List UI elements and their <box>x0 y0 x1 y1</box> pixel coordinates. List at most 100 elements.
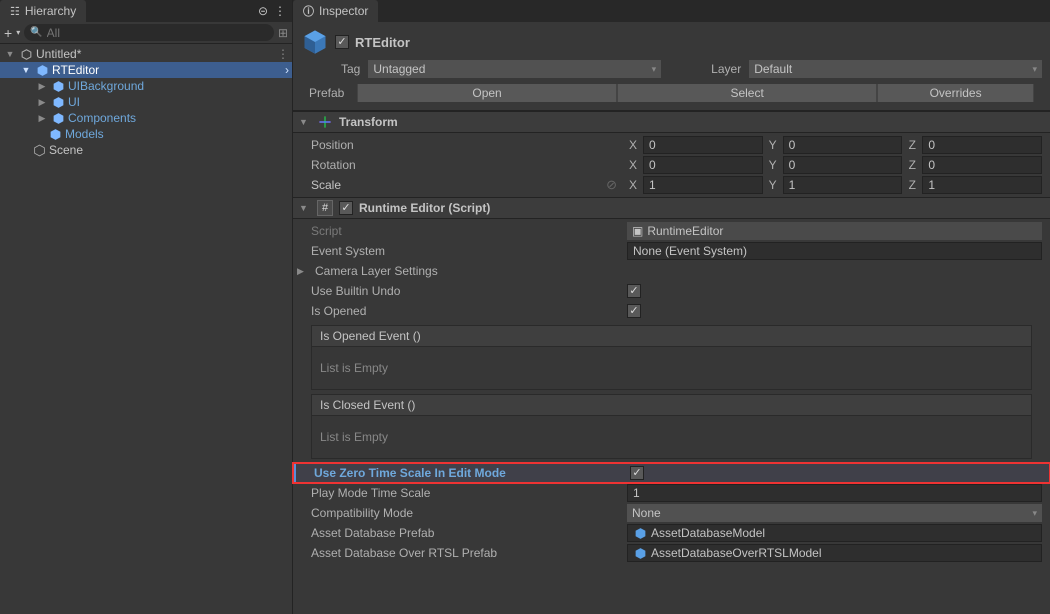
scale-z-input[interactable]: 1 <box>922 176 1042 194</box>
layer-label: Layer <box>711 62 741 76</box>
info-icon: ⓘ <box>303 3 314 19</box>
link-icon[interactable]: ⊘ <box>606 177 617 193</box>
scale-label: Scale ⊘ <box>311 177 621 193</box>
runtime-editor-component: ▼ # ✓ Runtime Editor (Script) Script ▣ R… <box>293 197 1050 565</box>
chevron-right-icon[interactable]: ▶ <box>36 81 48 92</box>
filter-icon[interactable]: ⊞ <box>278 26 288 40</box>
hierarchy-search[interactable]: 🔍 <box>24 24 274 41</box>
play-mode-time-input[interactable]: 1 <box>627 484 1042 502</box>
chevron-down-icon[interactable]: ▼ <box>299 203 311 213</box>
hierarchy-search-input[interactable] <box>47 26 268 40</box>
position-y-input[interactable]: 0 <box>783 136 903 154</box>
use-zero-time-label: Use Zero Time Scale In Edit Mode <box>314 466 624 480</box>
tree-row-uibackground[interactable]: ▶ UIBackground <box>0 78 292 94</box>
chevron-right-icon[interactable]: › <box>285 63 292 77</box>
prefab-open-button[interactable]: Open <box>357 84 617 102</box>
object-name-input[interactable] <box>355 35 1036 50</box>
prefab-select-button[interactable]: Select <box>617 84 877 102</box>
camera-layer-row[interactable]: ▶ Camera Layer Settings <box>293 261 1050 281</box>
tag-label: Tag <box>341 62 360 76</box>
tree-row-components[interactable]: ▶ Components <box>0 110 292 126</box>
prefab-icon <box>48 127 62 141</box>
chevron-right-icon[interactable]: ▶ <box>36 113 48 124</box>
prefab-icon[interactable] <box>301 28 329 56</box>
tree-row-scene[interactable]: Scene <box>0 142 292 158</box>
inspector-panel: ⓘ Inspector ✓ Tag Untagged ▾ Layer Defau… <box>293 0 1050 614</box>
use-zero-time-checkbox[interactable]: ✓ <box>630 466 644 480</box>
tag-dropdown[interactable]: Untagged ▾ <box>368 60 661 78</box>
compat-mode-dropdown[interactable]: None ▾ <box>627 504 1042 522</box>
use-builtin-undo-row: Use Builtin Undo ✓ <box>293 281 1050 301</box>
scale-x-input[interactable]: 1 <box>643 176 763 194</box>
component-header[interactable]: ▼ Transform <box>293 111 1050 133</box>
kebab-icon[interactable]: ⋮ <box>274 4 286 18</box>
is-closed-event-box: Is Closed Event () List is Empty <box>311 394 1032 459</box>
is-opened-checkbox[interactable]: ✓ <box>627 304 641 318</box>
inspector-header: ✓ Tag Untagged ▾ Layer Default ▾ Prefab … <box>293 22 1050 111</box>
rotation-row: Rotation X0 Y0 Z0 <box>293 155 1050 175</box>
component-header[interactable]: ▼ # ✓ Runtime Editor (Script) <box>293 197 1050 219</box>
tree-row-rteditor[interactable]: ▼ RTEditor › <box>0 62 292 78</box>
transform-component: ▼ Transform Position X0 Y0 Z0 Rotation X… <box>293 111 1050 197</box>
event-system-label: Event System <box>311 244 621 258</box>
compat-mode-row: Compatibility Mode None ▾ <box>293 503 1050 523</box>
hierarchy-tab-label: Hierarchy <box>25 4 76 18</box>
is-opened-row: Is Opened ✓ <box>293 301 1050 321</box>
rotation-x-input[interactable]: 0 <box>643 156 763 174</box>
hierarchy-tab[interactable]: ☷ Hierarchy <box>0 0 86 22</box>
layer-dropdown[interactable]: Default ▾ <box>749 60 1042 78</box>
tree-label: Models <box>65 127 104 141</box>
lock-icon[interactable]: ⊝ <box>258 4 268 18</box>
chevron-right-icon[interactable]: ▶ <box>36 97 48 108</box>
component-enabled-checkbox[interactable]: ✓ <box>339 201 353 215</box>
camera-layer-label: Camera Layer Settings <box>315 264 438 278</box>
prefab-icon <box>51 79 65 93</box>
tree-row-ui[interactable]: ▶ UI <box>0 94 292 110</box>
rotation-y-input[interactable]: 0 <box>783 156 903 174</box>
prefab-overrides-button[interactable]: Overrides <box>877 84 1034 102</box>
play-mode-time-row: Play Mode Time Scale 1 <box>293 483 1050 503</box>
inspector-tab[interactable]: ⓘ Inspector <box>293 0 378 22</box>
z-label: Z <box>906 138 918 152</box>
component-title: Transform <box>339 115 398 129</box>
tree-label: UIBackground <box>68 79 144 93</box>
chevron-right-icon[interactable]: ▶ <box>297 266 309 277</box>
script-row: Script ▣ RuntimeEditor <box>293 221 1050 241</box>
event-header: Is Opened Event () <box>312 326 1031 347</box>
asset-db-rtsl-field[interactable]: AssetDatabaseOverRTSLModel <box>627 544 1042 562</box>
chevron-down-icon[interactable]: ▼ <box>299 117 311 127</box>
hierarchy-toolbar: + ▾ 🔍 ⊞ <box>0 22 292 44</box>
enabled-checkbox[interactable]: ✓ <box>335 35 349 49</box>
prefab-icon <box>35 63 49 77</box>
rotation-z-input[interactable]: 0 <box>922 156 1042 174</box>
event-empty-text: List is Empty <box>312 416 1031 458</box>
x-label: X <box>627 138 639 152</box>
position-row: Position X0 Y0 Z0 <box>293 135 1050 155</box>
kebab-icon[interactable]: ⋮ <box>277 47 292 61</box>
chevron-down-icon: ▾ <box>1032 64 1037 75</box>
y-label: Y <box>767 138 779 152</box>
position-z-input[interactable]: 0 <box>922 136 1042 154</box>
script-icon: # <box>317 200 333 216</box>
script-label: Script <box>311 224 621 238</box>
asset-db-prefab-field[interactable]: AssetDatabaseModel <box>627 524 1042 542</box>
inspector-tab-bar: ⓘ Inspector <box>293 0 1050 22</box>
chevron-down-icon[interactable]: ▼ <box>20 65 32 75</box>
chevron-down-icon: ▾ <box>1032 508 1037 519</box>
inspector-tab-label: Inspector <box>319 4 368 18</box>
use-builtin-undo-label: Use Builtin Undo <box>311 284 621 298</box>
event-system-field[interactable]: None (Event System) <box>627 242 1042 260</box>
tree-label: RTEditor <box>52 63 99 77</box>
event-empty-text: List is Empty <box>312 347 1031 389</box>
scale-y-input[interactable]: 1 <box>783 176 903 194</box>
script-file-icon: ▣ <box>632 224 643 238</box>
position-x-input[interactable]: 0 <box>643 136 763 154</box>
event-header: Is Closed Event () <box>312 395 1031 416</box>
add-icon[interactable]: + <box>4 25 12 41</box>
tree-row-models[interactable]: Models <box>0 126 292 142</box>
prefab-icon <box>51 111 65 125</box>
chevron-down-icon[interactable]: ▼ <box>4 49 16 59</box>
dropdown-icon[interactable]: ▾ <box>16 28 20 37</box>
tree-row-scene-root[interactable]: ▼ Untitled* ⋮ <box>0 46 292 62</box>
use-builtin-undo-checkbox[interactable]: ✓ <box>627 284 641 298</box>
